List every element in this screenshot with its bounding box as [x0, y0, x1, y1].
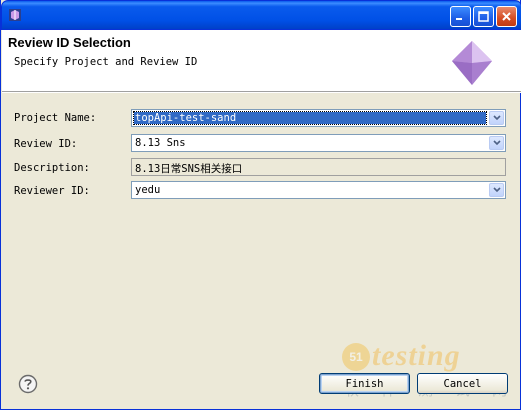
maximize-button[interactable] [473, 6, 494, 27]
review-id-combo[interactable]: 8.13 Sns [131, 134, 506, 152]
help-icon[interactable] [18, 374, 38, 394]
title-bar[interactable] [1, 0, 521, 30]
cancel-button[interactable]: Cancel [417, 373, 508, 394]
header-divider [2, 92, 521, 93]
review-id-dropdown-button[interactable] [489, 136, 504, 150]
maximize-icon [478, 11, 489, 22]
project-name-dropdown-button[interactable] [489, 111, 504, 125]
reviewer-id-value: yedu [135, 184, 161, 196]
chevron-down-icon [492, 187, 501, 193]
chevron-down-icon [492, 140, 501, 146]
reviewer-id-dropdown-button[interactable] [489, 183, 504, 197]
watermark-badge: 51 [342, 343, 370, 371]
dialog-header: Review ID Selection Specify Project and … [2, 30, 521, 92]
dialog-window: Review ID Selection Specify Project and … [0, 0, 521, 410]
eclipse-app-icon [9, 9, 21, 21]
minimize-button[interactable] [450, 6, 471, 27]
reviewer-id-label: Reviewer ID: [14, 185, 90, 197]
watermark-text: testing [372, 339, 461, 372]
finish-button[interactable]: Finish [319, 373, 410, 394]
description-field: 8.13日常SNS相关接口 [131, 158, 506, 176]
wizard-banner-icon [452, 41, 492, 85]
close-button[interactable] [496, 6, 517, 27]
description-label: Description: [14, 162, 90, 174]
finish-label: Finish [345, 377, 384, 390]
cancel-label: Cancel [443, 377, 482, 390]
reviewer-id-combo[interactable]: yedu [131, 181, 506, 199]
review-id-label: Review ID: [14, 138, 78, 150]
close-icon [502, 12, 511, 21]
review-id-value: 8.13 Sns [135, 137, 186, 149]
project-name-combo[interactable]: topApi-test-sand [131, 109, 506, 127]
chevron-down-icon [492, 115, 501, 121]
description-value: 8.13日常SNS相关接口 [135, 163, 243, 175]
project-name-label: Project Name: [14, 112, 97, 124]
page-subtitle: Specify Project and Review ID [14, 56, 198, 68]
project-name-value: topApi-test-sand [135, 112, 237, 124]
page-title: Review ID Selection [8, 35, 131, 50]
minimize-icon [456, 18, 462, 20]
